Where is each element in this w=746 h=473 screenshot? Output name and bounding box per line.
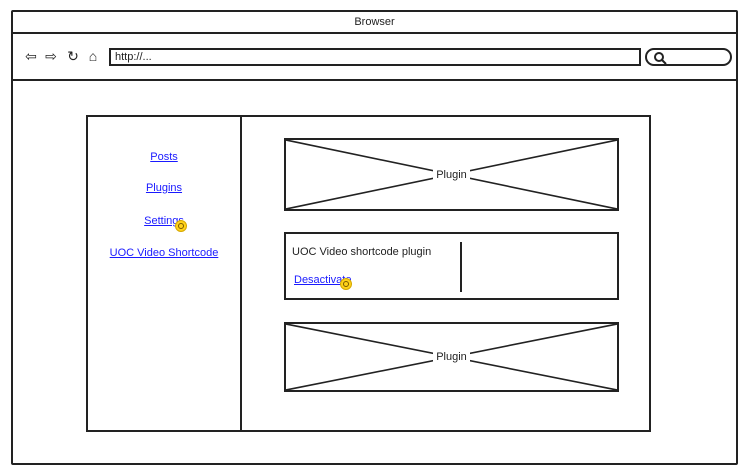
search-box[interactable] [645,48,732,66]
uoc-plugin-row: UOC Video shortcode plugin Desactivate [284,232,619,300]
plugin-placeholder-top: Plugin [284,138,619,211]
sidebar-item-uoc-video-shortcode[interactable]: UOC Video Shortcode [88,247,240,259]
divider [460,242,462,292]
browser-toolbar: ⇦ ⇨ ↻ ⌂ http://... [13,34,736,81]
admin-sidebar: Posts Plugins Settings UOC Video Shortco… [88,117,242,430]
address-bar[interactable]: http://... [109,48,641,66]
plugin-name: UOC Video shortcode plugin [292,246,432,258]
sidebar-item-posts[interactable]: Posts [88,151,240,163]
plugin-placeholder-bottom: Plugin [284,322,619,392]
back-arrow-icon[interactable]: ⇦ [23,48,39,64]
sidebar-item-plugins[interactable]: Plugins [88,182,240,194]
plugin-label: Plugin [433,351,470,363]
home-icon[interactable]: ⌂ [85,48,101,64]
reload-icon[interactable]: ↻ [65,48,81,64]
window-title: Browser [13,12,736,34]
click-cursor-icon [175,220,187,232]
forward-arrow-icon[interactable]: ⇨ [43,48,59,64]
admin-frame: Posts Plugins Settings UOC Video Shortco… [86,115,651,432]
search-icon [654,52,667,65]
click-cursor-icon [340,278,352,290]
sidebar-item-settings[interactable]: Settings [88,215,240,227]
plugin-label: Plugin [433,168,470,181]
